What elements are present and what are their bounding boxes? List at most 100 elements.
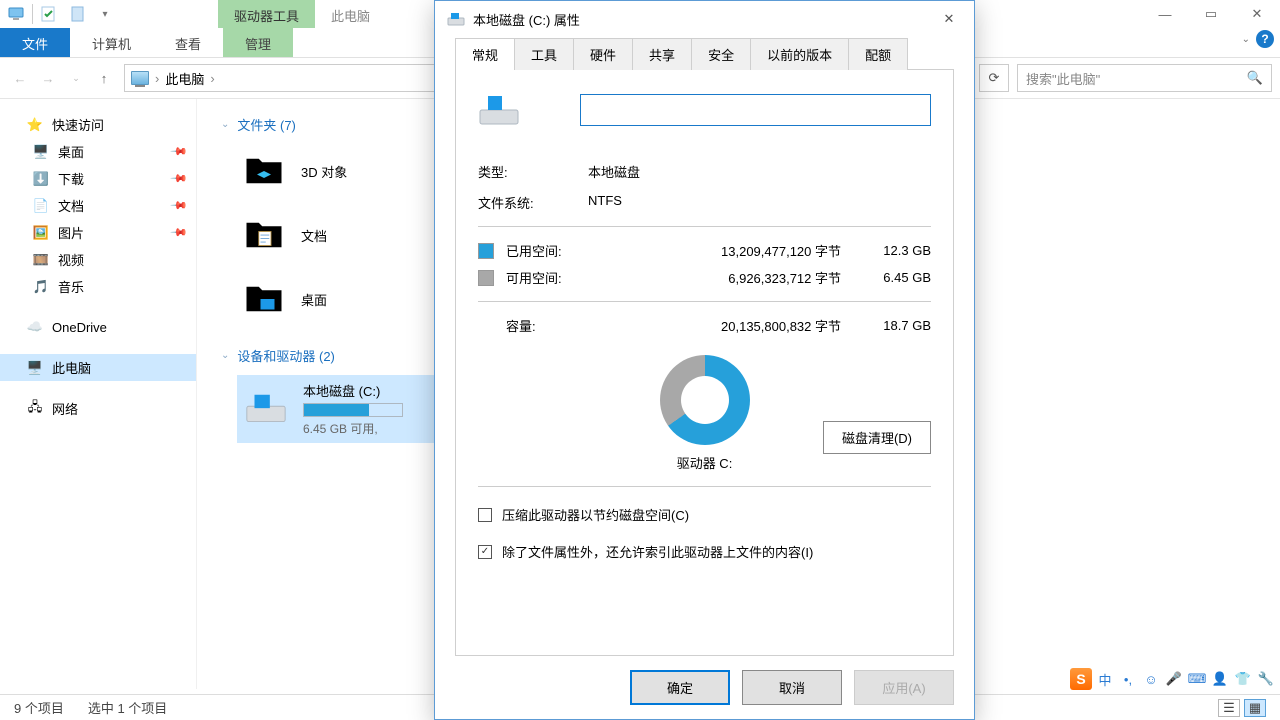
nav-back-icon[interactable]: ← [8,66,32,90]
nav-up-icon[interactable]: ↑ [92,66,116,90]
tab-sharing[interactable]: 共享 [632,38,692,70]
ribbon-tab-file[interactable]: 文件 [0,28,70,57]
view-tiles-button[interactable]: ▦ [1244,699,1266,717]
disk-cleanup-button[interactable]: 磁盘清理(D) [823,421,931,454]
view-details-button[interactable]: ☰ [1218,699,1240,717]
properties-check-icon[interactable] [37,0,61,28]
maximize-button[interactable]: ▭ [1188,0,1234,28]
sidebar-this-pc[interactable]: 🖥️此电脑 [0,354,196,381]
sidebar-item-label: 文档 [58,196,84,215]
sidebar-item-documents[interactable]: 📄 文档 📌 [0,192,196,219]
apply-button[interactable]: 应用(A) [854,670,954,705]
ime-keyboard-icon[interactable]: ⌨ [1187,669,1207,689]
dialog-title: 本地磁盘 (C:) 属性 [473,10,580,29]
folder-label: 3D 对象 [301,162,347,181]
index-checkbox[interactable]: ✓ [478,545,492,559]
qat-dropdown-icon[interactable]: ▾ [93,0,117,28]
folder-icon [241,212,287,258]
pc-icon [131,71,149,85]
search-input[interactable]: 搜索"此电脑" 🔍 [1017,64,1272,92]
sidebar-item-label: 下载 [58,169,84,188]
type-label: 类型: [478,162,588,181]
network-icon: 🖧 [26,400,44,418]
ime-lang[interactable]: 中 [1095,669,1115,689]
tab-hardware[interactable]: 硬件 [573,38,633,70]
breadcrumb-this-pc[interactable]: 此电脑 [165,69,204,88]
folder-icon [241,148,287,194]
used-label: 已用空间: [506,241,594,260]
sidebar-item-music[interactable]: 🎵 音乐 [0,273,196,300]
tab-previous-versions[interactable]: 以前的版本 [750,38,849,70]
videos-icon: 🎞️ [32,251,50,269]
index-label: 除了文件属性外，还允许索引此驱动器上文件的内容(I) [502,542,813,561]
ribbon-collapse-icon[interactable]: ⌄ [1242,34,1250,45]
pin-icon: 📌 [170,142,189,161]
tab-tools[interactable]: 工具 [514,38,574,70]
capacity-human: 18.7 GB [841,318,931,333]
ribbon-tab-manage[interactable]: 管理 [223,28,293,57]
usage-donut-chart [660,355,750,445]
drive-sublabel: 6.45 GB 可用, [303,420,403,437]
chevron-down-icon: ⌄ [221,119,229,130]
compress-checkbox[interactable] [478,508,492,522]
close-button[interactable]: ✕ [1234,0,1280,28]
sidebar-item-downloads[interactable]: ⬇️下载📌 [0,165,196,192]
nav-forward-icon[interactable]: → [36,66,60,90]
sidebar-item-label: 音乐 [58,277,84,296]
minimize-button[interactable]: — [1142,0,1188,28]
drive-name-field[interactable] [580,94,931,126]
compress-label: 压缩此驱动器以节约磁盘空间(C) [502,505,689,524]
group-header-label: 文件夹 (7) [237,115,296,134]
tab-quota[interactable]: 配额 [848,38,908,70]
type-value: 本地磁盘 [588,162,640,181]
sidebar-onedrive[interactable]: ☁️ OneDrive [0,314,196,340]
folder-icon[interactable] [65,0,89,28]
ime-punct-icon[interactable]: •, [1118,669,1138,689]
ribbon-tab-view[interactable]: 查看 [153,28,223,57]
sidebar-item-desktop[interactable]: 🖥️桌面📌 [0,138,196,165]
cancel-button[interactable]: 取消 [742,670,842,705]
music-icon: 🎵 [32,278,50,296]
sidebar-item-label: 网络 [52,399,78,418]
sidebar-item-pictures[interactable]: 🖼️图片📌 [0,219,196,246]
computer-icon[interactable] [4,0,28,28]
search-icon[interactable]: 🔍 [1247,70,1263,86]
sidebar-item-videos[interactable]: 🎞️视频 [0,246,196,273]
sidebar-item-label: 快速访问 [52,115,104,134]
pin-icon: 📌 [170,223,189,242]
help-icon[interactable]: ? [1256,30,1274,48]
tab-panel-general: 类型:本地磁盘 文件系统:NTFS 已用空间: 13,209,477,120 字… [455,69,954,656]
drive-icon [478,94,520,126]
ime-user-icon[interactable]: 👤 [1210,669,1230,689]
dialog-close-button[interactable]: ✕ [928,4,970,34]
ribbon-tab-computer[interactable]: 计算机 [70,28,153,57]
documents-icon: 📄 [32,197,50,215]
folder-label: 文档 [301,226,327,245]
nav-history-icon[interactable]: ⌄ [64,66,88,90]
pictures-icon: 🖼️ [32,224,50,242]
tab-general[interactable]: 常规 [455,38,515,70]
used-swatch [478,243,494,259]
filesystem-value: NTFS [588,193,622,212]
refresh-button[interactable]: ⟳ [979,64,1009,92]
ime-skin-icon[interactable]: 👕 [1233,669,1253,689]
group-header-label: 设备和驱动器 (2) [237,346,335,365]
sidebar-network[interactable]: 🖧 网络 [0,395,196,422]
ime-mic-icon[interactable]: 🎤 [1164,669,1184,689]
used-bytes: 13,209,477,120 字节 [594,241,841,260]
capacity-label: 容量: [506,316,594,335]
ok-button[interactable]: 确定 [630,670,730,705]
status-selected: 选中 1 个项目 [88,698,167,717]
sep [32,4,33,24]
ime-emoji-icon[interactable]: ☺ [1141,669,1161,689]
cloud-icon: ☁️ [26,318,44,336]
sidebar: ⭐ 快速访问 🖥️桌面📌 ⬇️下载📌 📄 文档 📌 🖼️图片📌 🎞️视频 🎵 音乐 ☁… [0,99,197,689]
sidebar-item-label: OneDrive [52,320,107,335]
ime-logo-icon[interactable]: S [1070,668,1092,690]
pin-icon: 📌 [170,196,189,215]
ime-settings-icon[interactable]: 🔧 [1256,669,1276,689]
context-tab-drive-tools[interactable]: 驱动器工具 [218,0,315,28]
tab-security[interactable]: 安全 [691,38,751,70]
folder-icon [241,276,287,322]
sidebar-quick-access[interactable]: ⭐ 快速访问 [0,111,196,138]
